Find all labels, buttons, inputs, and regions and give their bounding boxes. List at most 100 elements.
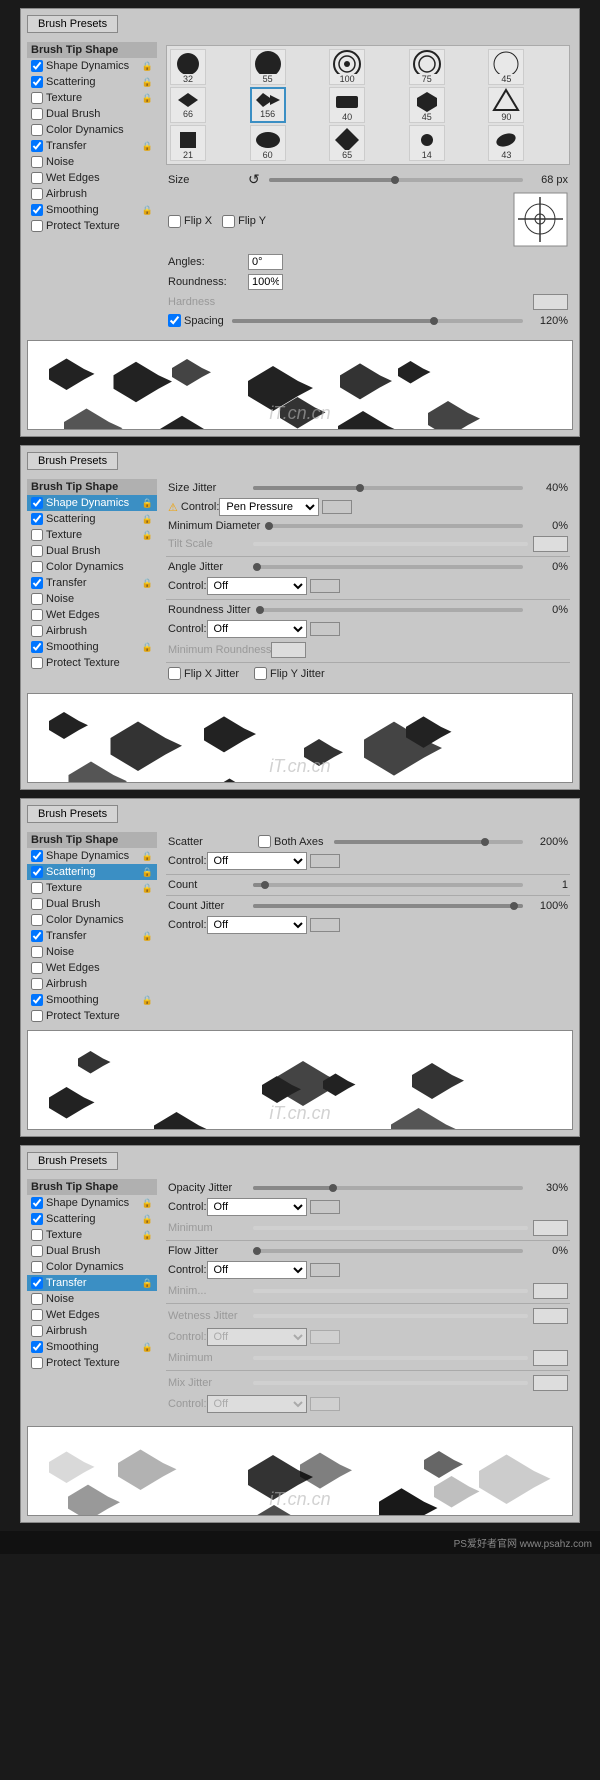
checkbox-protect-texture-1[interactable]	[31, 220, 43, 232]
checkbox-dual-brush-1[interactable]	[31, 108, 43, 120]
sidebar-item-protect-texture-4[interactable]: Protect Texture	[27, 1355, 157, 1371]
size-refresh-icon[interactable]: ↺	[248, 171, 260, 188]
sidebar-item-wet-edges-1[interactable]: Wet Edges	[27, 170, 157, 186]
flip-x-label[interactable]: Flip X	[168, 215, 212, 228]
checkbox-wet-edges-4[interactable]	[31, 1309, 43, 1321]
hardness-slider[interactable]	[253, 300, 528, 304]
checkbox-shape-dynamics-4[interactable]	[31, 1197, 43, 1209]
checkbox-scattering-4[interactable]	[31, 1213, 43, 1225]
checkbox-airbrush-1[interactable]	[31, 188, 43, 200]
brush-cell[interactable]: 60	[250, 125, 286, 161]
sidebar-item-dual-brush-4[interactable]: Dual Brush	[27, 1243, 157, 1259]
checkbox-smoothing-1[interactable]	[31, 204, 43, 216]
brush-cell[interactable]: 14	[409, 125, 445, 161]
checkbox-scattering-1[interactable]	[31, 76, 43, 88]
checkbox-protect-texture-4[interactable]	[31, 1357, 43, 1369]
checkbox-noise-3[interactable]	[31, 946, 43, 958]
sidebar-item-brush-tip-shape-1[interactable]: Brush Tip Shape	[27, 42, 157, 58]
checkbox-texture-2[interactable]	[31, 529, 43, 541]
angle-input[interactable]	[248, 254, 283, 270]
checkbox-transfer-3[interactable]	[31, 930, 43, 942]
sidebar-item-noise-4[interactable]: Noise	[27, 1291, 157, 1307]
checkbox-smoothing-2[interactable]	[31, 641, 43, 653]
scatter-control-select[interactable]: Off	[207, 852, 307, 870]
control-select-1[interactable]: Pen Pressure Off	[219, 498, 319, 516]
sidebar-item-scattering-1[interactable]: Scattering 🔒	[27, 74, 157, 90]
sidebar-item-smoothing-4[interactable]: Smoothing 🔒	[27, 1339, 157, 1355]
checkbox-color-dynamics-3[interactable]	[31, 914, 43, 926]
checkbox-protect-texture-3[interactable]	[31, 1010, 43, 1022]
roundness-jitter-slider[interactable]	[256, 608, 523, 612]
brush-cell[interactable]: 75	[409, 49, 445, 85]
checkbox-texture-3[interactable]	[31, 882, 43, 894]
brush-cell[interactable]: 90	[488, 87, 524, 123]
checkbox-wet-edges-2[interactable]	[31, 609, 43, 621]
brush-cell[interactable]: 45	[409, 87, 445, 123]
brush-cell[interactable]: 55	[250, 49, 286, 85]
opacity-control-select[interactable]: Off	[207, 1198, 307, 1216]
sidebar-item-dual-brush-1[interactable]: Dual Brush	[27, 106, 157, 122]
brush-cell[interactable]: 100	[329, 49, 365, 85]
sidebar-item-texture-3[interactable]: Texture 🔒	[27, 880, 157, 896]
flip-y-jitter-label[interactable]: Flip Y Jitter	[254, 667, 325, 680]
count-jitter-control-select[interactable]: Off	[207, 916, 307, 934]
sidebar-item-scattering-4[interactable]: Scattering 🔒	[27, 1211, 157, 1227]
checkbox-texture-1[interactable]	[31, 92, 43, 104]
sidebar-item-brush-tip-shape-2[interactable]: Brush Tip Shape	[27, 479, 157, 495]
sidebar-item-noise-1[interactable]: Noise	[27, 154, 157, 170]
sidebar-item-protect-texture-3[interactable]: Protect Texture	[27, 1008, 157, 1024]
checkbox-protect-texture-2[interactable]	[31, 657, 43, 669]
checkbox-wet-edges-1[interactable]	[31, 172, 43, 184]
sidebar-item-smoothing-1[interactable]: Smoothing 🔒	[27, 202, 157, 218]
sidebar-item-texture-4[interactable]: Texture 🔒	[27, 1227, 157, 1243]
sidebar-item-airbrush-2[interactable]: Airbrush	[27, 623, 157, 639]
count-jitter-slider[interactable]	[253, 904, 523, 908]
checkbox-noise-1[interactable]	[31, 156, 43, 168]
checkbox-shape-dynamics-1[interactable]	[31, 60, 43, 72]
checkbox-dual-brush-3[interactable]	[31, 898, 43, 910]
brush-cell[interactable]: 21	[170, 125, 206, 161]
flip-x-jitter-checkbox[interactable]	[168, 667, 181, 680]
roundness-input[interactable]	[248, 274, 283, 290]
checkbox-airbrush-3[interactable]	[31, 978, 43, 990]
checkbox-wet-edges-3[interactable]	[31, 962, 43, 974]
sidebar-item-wet-edges-3[interactable]: Wet Edges	[27, 960, 157, 976]
sidebar-item-noise-3[interactable]: Noise	[27, 944, 157, 960]
sidebar-item-airbrush-3[interactable]: Airbrush	[27, 976, 157, 992]
angle-jitter-slider[interactable]	[253, 565, 523, 569]
brush-presets-button-1[interactable]: Brush Presets	[27, 15, 118, 33]
checkbox-smoothing-3[interactable]	[31, 994, 43, 1006]
brush-cell[interactable]: 32	[170, 49, 206, 85]
spacing-slider[interactable]	[232, 319, 523, 323]
checkbox-airbrush-4[interactable]	[31, 1325, 43, 1337]
flow-jitter-slider[interactable]	[253, 1249, 523, 1253]
sidebar-item-dual-brush-3[interactable]: Dual Brush	[27, 896, 157, 912]
count-slider[interactable]	[253, 883, 523, 887]
flip-y-checkbox[interactable]	[222, 215, 235, 228]
sidebar-item-wet-edges-4[interactable]: Wet Edges	[27, 1307, 157, 1323]
checkbox-dual-brush-4[interactable]	[31, 1245, 43, 1257]
checkbox-noise-2[interactable]	[31, 593, 43, 605]
sidebar-item-brush-tip-shape-4[interactable]: Brush Tip Shape	[27, 1179, 157, 1195]
checkbox-scattering-3[interactable]	[31, 866, 43, 878]
sidebar-item-transfer-2[interactable]: Transfer 🔒	[27, 575, 157, 591]
checkbox-color-dynamics-2[interactable]	[31, 561, 43, 573]
sidebar-item-brush-tip-shape-3[interactable]: Brush Tip Shape	[27, 832, 157, 848]
checkbox-texture-4[interactable]	[31, 1229, 43, 1241]
angle-control-select[interactable]: Off	[207, 577, 307, 595]
sidebar-item-wet-edges-2[interactable]: Wet Edges	[27, 607, 157, 623]
sidebar-item-transfer-4[interactable]: Transfer 🔒	[27, 1275, 157, 1291]
sidebar-item-color-dynamics-2[interactable]: Color Dynamics	[27, 559, 157, 575]
sidebar-item-smoothing-3[interactable]: Smoothing 🔒	[27, 992, 157, 1008]
sidebar-item-scattering-3[interactable]: Scattering 🔒	[27, 864, 157, 880]
checkbox-shape-dynamics-3[interactable]	[31, 850, 43, 862]
sidebar-item-shape-dynamics-3[interactable]: Shape Dynamics 🔒	[27, 848, 157, 864]
checkbox-smoothing-4[interactable]	[31, 1341, 43, 1353]
sidebar-item-shape-dynamics-1[interactable]: Shape Dynamics 🔒	[27, 58, 157, 74]
sidebar-item-transfer-3[interactable]: Transfer 🔒	[27, 928, 157, 944]
sidebar-item-shape-dynamics-2[interactable]: Shape Dynamics 🔒	[27, 495, 157, 511]
sidebar-item-dual-brush-2[interactable]: Dual Brush	[27, 543, 157, 559]
sidebar-item-transfer-1[interactable]: Transfer 🔒	[27, 138, 157, 154]
opacity-jitter-slider[interactable]	[253, 1186, 523, 1190]
sidebar-item-airbrush-4[interactable]: Airbrush	[27, 1323, 157, 1339]
